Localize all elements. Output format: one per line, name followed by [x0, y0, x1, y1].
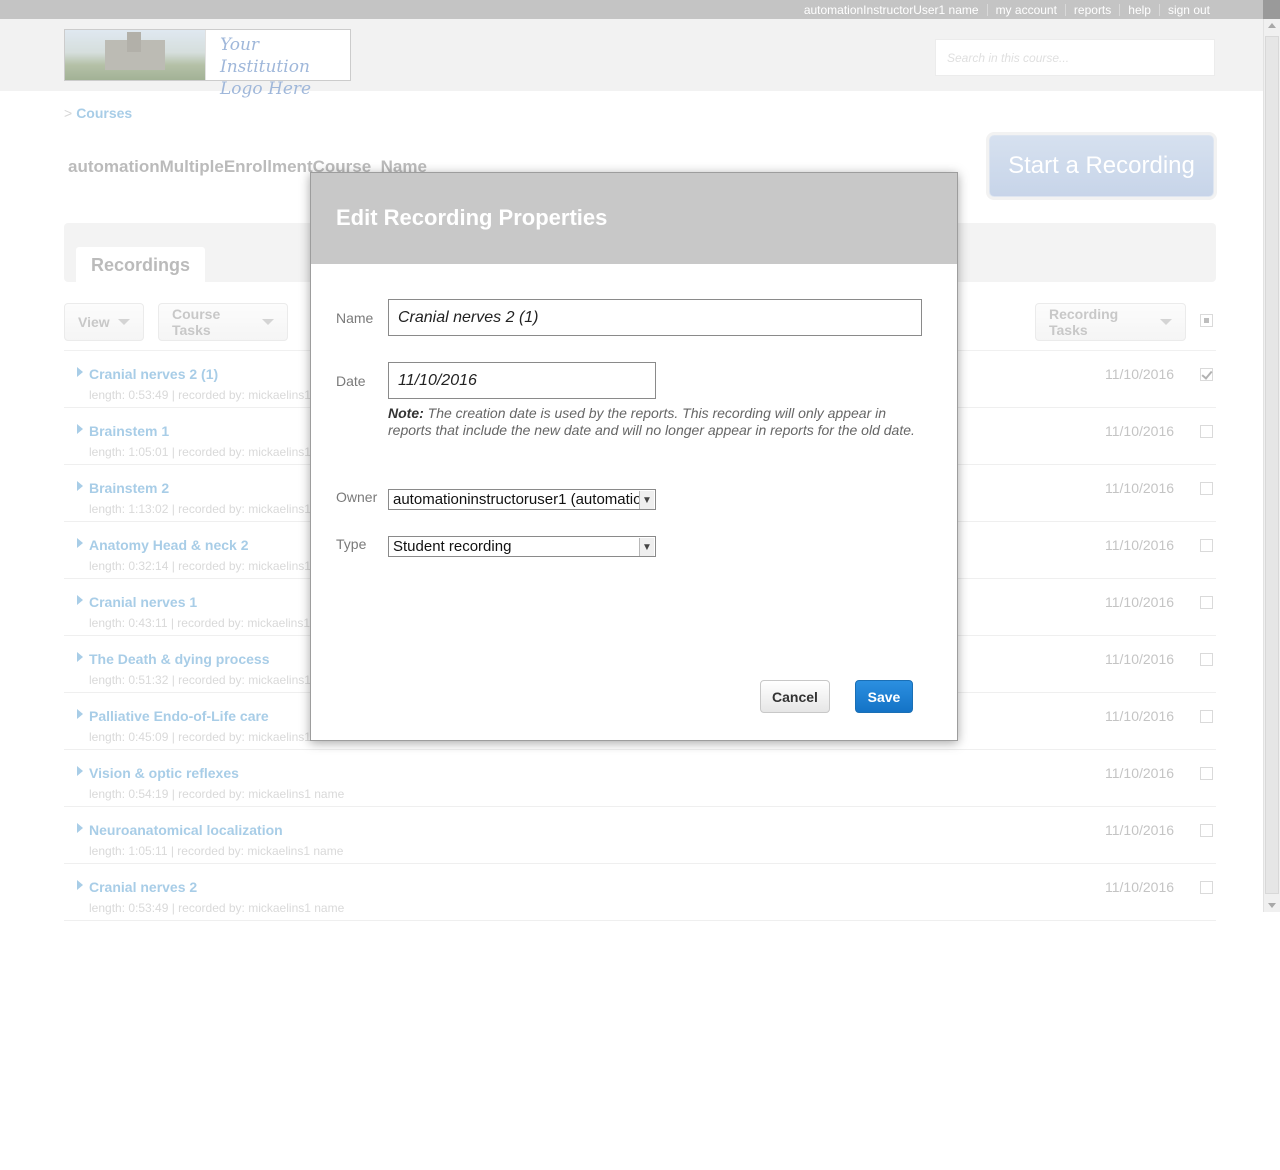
dialog-header: Edit Recording Properties	[311, 173, 957, 264]
type-value: Student recording	[393, 538, 512, 555]
date-field[interactable]: 11/10/2016	[388, 362, 656, 399]
cancel-button[interactable]: Cancel	[760, 680, 830, 713]
scrollbar-thumb[interactable]	[1265, 36, 1279, 894]
date-label: Date	[336, 373, 366, 389]
note-label: Note:	[388, 405, 424, 421]
note-text: The creation date is used by the reports…	[388, 405, 915, 438]
dialog-title: Edit Recording Properties	[336, 205, 608, 230]
scrollbar[interactable]	[1263, 19, 1280, 912]
chevron-down-icon[interactable]: ▼	[639, 491, 654, 509]
type-select[interactable]: Student recording ▼	[388, 536, 656, 557]
date-note: Note: The creation date is used by the r…	[388, 405, 918, 439]
name-field[interactable]: Cranial nerves 2 (1)	[388, 299, 922, 336]
save-button[interactable]: Save	[855, 680, 913, 713]
chevron-down-icon[interactable]: ▼	[639, 538, 654, 556]
edit-recording-dialog: Edit Recording Properties Name Cranial n…	[310, 172, 958, 741]
owner-select[interactable]: automationinstructoruser1 (automationIns…	[388, 489, 656, 510]
owner-value: automationinstructoruser1 (automationIns…	[393, 491, 656, 508]
type-label: Type	[336, 536, 367, 552]
scroll-down-icon[interactable]	[1268, 903, 1276, 908]
name-label: Name	[336, 310, 374, 326]
owner-label: Owner	[336, 489, 378, 505]
scroll-up-icon[interactable]	[1268, 23, 1276, 28]
